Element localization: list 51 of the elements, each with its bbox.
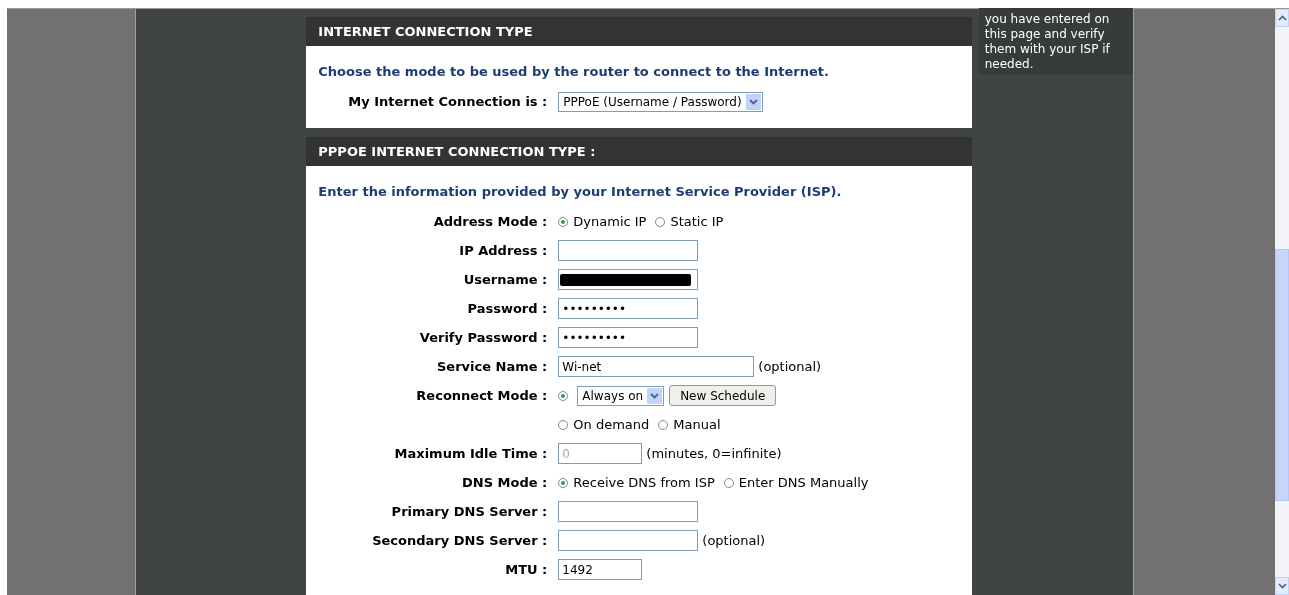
input-field[interactable] <box>558 269 699 290</box>
radio-button[interactable] <box>723 477 734 488</box>
field-label: Address Mode : <box>433 214 548 229</box>
radio-label[interactable]: Manual <box>673 417 721 432</box>
radio-button[interactable] <box>655 216 666 227</box>
field-label: Service Name : <box>437 359 548 374</box>
radio-label[interactable]: On demand <box>573 417 650 432</box>
radio-button[interactable] <box>558 216 569 227</box>
radio-button[interactable] <box>658 419 669 430</box>
input-field[interactable] <box>558 501 699 522</box>
field-label: IP Address : <box>459 243 548 258</box>
radio-button[interactable] <box>558 419 569 430</box>
caret-down-icon <box>1277 583 1287 589</box>
radio-label[interactable]: Enter DNS Manually <box>738 475 869 490</box>
radio-button[interactable] <box>558 390 569 401</box>
scroll-down-button[interactable] <box>1275 577 1289 595</box>
field-note: (minutes, 0=infinite) <box>646 446 782 461</box>
field-label: Secondary DNS Server : <box>372 533 548 548</box>
field-label: Reconnect Mode : <box>416 388 548 403</box>
field-note: (optional) <box>702 533 766 548</box>
dropdown[interactable]: PPPoE (Username / Password) <box>558 91 763 112</box>
field-label: Password : <box>467 301 548 316</box>
field-label: DNS Mode : <box>462 475 548 490</box>
field-label: Maximum Idle Time : <box>394 446 548 461</box>
field-label: MTU : <box>505 562 548 577</box>
radio-button[interactable] <box>558 477 569 488</box>
scrollbar-thumb[interactable] <box>1275 249 1289 501</box>
dropdown[interactable]: Always on <box>577 385 665 406</box>
field-label: My Internet Connection is : <box>348 94 548 109</box>
input-field[interactable]: ••••••••• <box>558 327 699 348</box>
radio-label[interactable]: Dynamic IP <box>573 214 647 229</box>
radio-label[interactable]: Receive DNS from ISP <box>573 475 715 490</box>
input-field[interactable]: Wi-net <box>558 356 755 377</box>
caret-up-icon <box>1277 15 1287 21</box>
scroll-up-button[interactable] <box>1275 9 1289 27</box>
radio-label[interactable]: Static IP <box>670 214 724 229</box>
field-label: Username : <box>463 272 548 287</box>
section-header: PPPOE INTERNET CONNECTION TYPE : <box>306 137 972 166</box>
new-schedule-button[interactable]: New Schedule <box>669 385 777 406</box>
field-note: (optional) <box>758 359 822 374</box>
help-text: you have entered on this page and verify them with your ISP if needed. <box>978 8 1133 74</box>
input-field[interactable] <box>558 530 699 551</box>
section-header: INTERNET CONNECTION TYPE <box>306 17 972 46</box>
input-field[interactable]: 1492 <box>558 559 643 580</box>
input-field[interactable]: ••••••••• <box>558 298 699 319</box>
field-label: Verify Password : <box>419 330 548 345</box>
field-label: Primary DNS Server : <box>391 504 548 519</box>
input-field[interactable] <box>558 240 699 261</box>
section-intro: Choose the mode to be used by the router to connect to the Internet. <box>317 63 830 81</box>
scrollbar[interactable] <box>1275 9 1289 595</box>
section-intro: Enter the information provided by your Internet Service Provider (ISP). <box>317 183 843 201</box>
